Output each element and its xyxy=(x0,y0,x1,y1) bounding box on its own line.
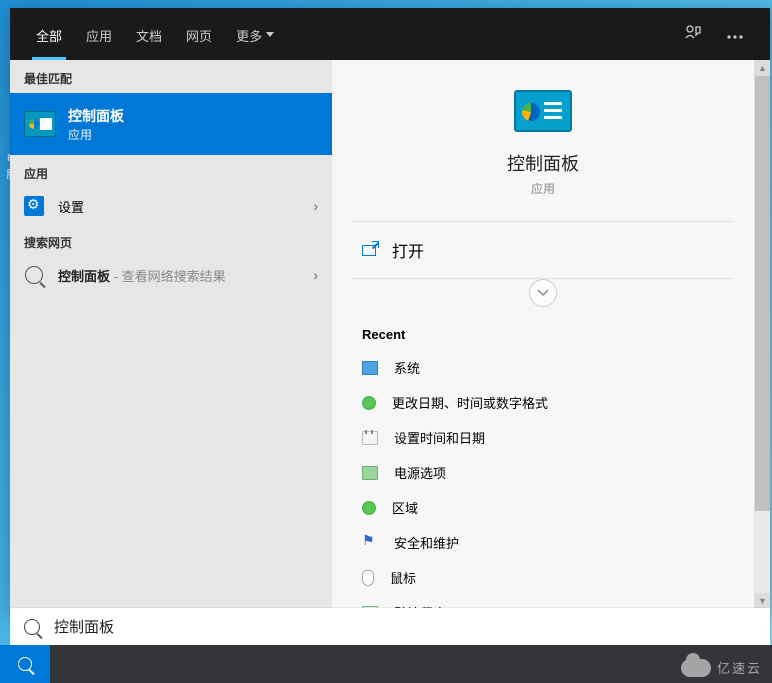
recent-item[interactable]: 设置时间和日期 xyxy=(352,420,734,455)
filter-tabs: 全部 应用 文档 网页 更多 xyxy=(10,8,770,60)
mouse-icon xyxy=(362,570,374,586)
taskbar-search-field[interactable] xyxy=(50,645,772,683)
gear-icon xyxy=(24,196,44,216)
search-icon xyxy=(24,619,40,635)
search-bar[interactable] xyxy=(10,608,770,645)
preview-subtitle: 应用 xyxy=(352,180,734,197)
taskbar xyxy=(0,645,772,683)
system-icon xyxy=(362,361,378,375)
preview-pane: 控制面板 应用 打开 Recent 系统 更改日期、时间 xyxy=(332,60,770,609)
region-icon xyxy=(362,501,376,515)
preview-title: 控制面板 xyxy=(352,150,734,176)
cloud-icon xyxy=(681,659,711,677)
expand-button[interactable] xyxy=(529,279,557,307)
apps-header: 应用 xyxy=(10,155,332,188)
scrollbar[interactable]: ▲ ▼ xyxy=(754,60,770,609)
result-settings-label: 设置 xyxy=(58,197,84,216)
feedback-icon[interactable] xyxy=(672,16,714,53)
calendar-icon xyxy=(362,431,378,445)
flag-icon xyxy=(362,536,378,550)
recent-item[interactable]: 更改日期、时间或数字格式 xyxy=(352,385,734,420)
result-web-search[interactable]: 控制面板 - 查看网络搜索结果 › xyxy=(10,257,332,293)
recent-item[interactable]: 电源选项 xyxy=(352,455,734,490)
chevron-right-icon: › xyxy=(313,267,318,283)
recent-item[interactable]: 系统 xyxy=(352,350,734,385)
search-icon xyxy=(25,266,43,284)
open-icon xyxy=(362,245,376,256)
scroll-thumb[interactable] xyxy=(755,76,770,511)
scroll-up-icon[interactable]: ▲ xyxy=(755,60,770,76)
search-input[interactable] xyxy=(54,618,756,635)
recent-item[interactable]: 区域 xyxy=(352,490,734,525)
tab-apps[interactable]: 应用 xyxy=(74,9,124,60)
open-action[interactable]: 打开 xyxy=(352,222,734,278)
globe-icon xyxy=(362,396,376,410)
watermark: 亿速云 xyxy=(681,658,762,677)
search-icon xyxy=(18,657,32,671)
best-match-result[interactable]: 控制面板 应用 xyxy=(10,93,332,155)
control-panel-icon xyxy=(24,111,56,137)
tab-docs[interactable]: 文档 xyxy=(124,9,174,60)
chevron-right-icon: › xyxy=(313,198,318,214)
best-match-title: 控制面板 xyxy=(68,106,124,126)
recent-item[interactable]: 安全和维护 xyxy=(352,525,734,560)
best-match-header: 最佳匹配 xyxy=(10,60,332,93)
recent-item[interactable]: 鼠标 xyxy=(352,560,734,595)
tab-more[interactable]: 更多 xyxy=(224,9,286,60)
result-settings[interactable]: 设置 › xyxy=(10,188,332,224)
result-web-label: 控制面板 - 查看网络搜索结果 xyxy=(58,266,226,285)
results-list: 最佳匹配 控制面板 应用 应用 设置 › 搜索网页 控制面板 - 查看网络搜索结… xyxy=(10,60,332,609)
tab-all[interactable]: 全部 xyxy=(24,9,74,60)
scroll-down-icon[interactable]: ▼ xyxy=(755,593,770,609)
control-panel-large-icon xyxy=(514,90,572,132)
recent-header: Recent xyxy=(352,317,734,350)
taskbar-search-button[interactable] xyxy=(0,645,50,683)
more-options-icon[interactable] xyxy=(714,19,756,50)
recent-item[interactable]: 默认程序 xyxy=(352,595,734,609)
search-panel: 全部 应用 文档 网页 更多 最佳匹配 控制面板 应用 xyxy=(10,8,770,609)
web-header: 搜索网页 xyxy=(10,224,332,257)
best-match-subtitle: 应用 xyxy=(68,126,124,143)
tab-web[interactable]: 网页 xyxy=(174,9,224,60)
power-icon xyxy=(362,466,378,480)
